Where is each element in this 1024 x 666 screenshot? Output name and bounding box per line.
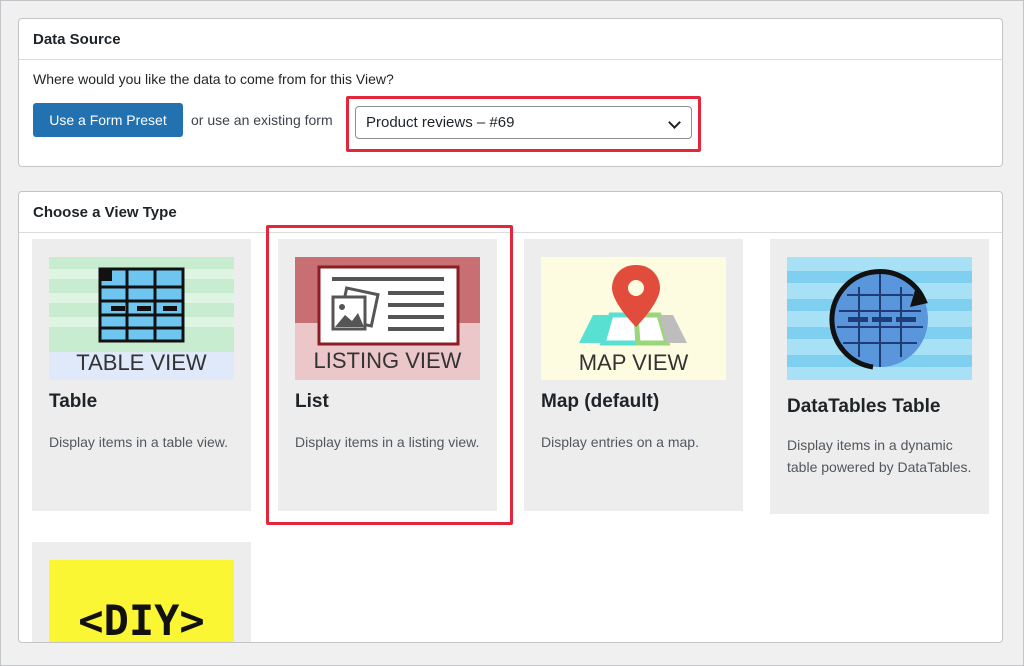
select-highlight-box [346, 96, 701, 152]
map-card-description: Display entries on a map. [541, 434, 699, 450]
list-highlight-box [266, 225, 513, 525]
page-frame: Data Source Where would you like the dat… [0, 0, 1024, 666]
table-view-icon: TABLE VIEW [49, 257, 234, 380]
view-card-diy[interactable]: <DIY> [32, 542, 251, 643]
view-card-map[interactable]: MAP VIEW Map (default) Display entries o… [524, 239, 743, 511]
view-card-datatables[interactable]: DataTables Table Display items in a dyna… [770, 239, 989, 514]
data-source-heading: Data Source [19, 19, 1002, 60]
datatables-card-title: DataTables Table [787, 396, 941, 417]
table-card-description: Display items in a table view. [49, 434, 228, 450]
map-view-icon: MAP VIEW [541, 257, 726, 380]
map-view-thumb-label: MAP VIEW [578, 350, 689, 375]
data-source-question: Where would you like the data to come fr… [33, 71, 394, 87]
data-source-panel: Data Source Where would you like the dat… [18, 18, 1003, 167]
datatables-card-description: Display items in a dynamic table powered… [787, 437, 972, 475]
diy-icon: <DIY> [49, 560, 234, 643]
view-card-table[interactable]: TABLE VIEW Table Display items in a tabl… [32, 239, 251, 511]
use-form-preset-button[interactable]: Use a Form Preset [33, 103, 183, 137]
datatables-icon [787, 257, 972, 380]
or-existing-form-label: or use an existing form [191, 112, 333, 128]
view-type-panel: Choose a View Type TABLE VIEW Table Disp… [18, 191, 1003, 643]
table-view-thumb-label: TABLE VIEW [76, 350, 207, 375]
table-card-title: Table [49, 391, 98, 412]
map-card-title: Map (default) [541, 391, 660, 412]
diy-thumb-label: <DIY> [78, 596, 205, 643]
